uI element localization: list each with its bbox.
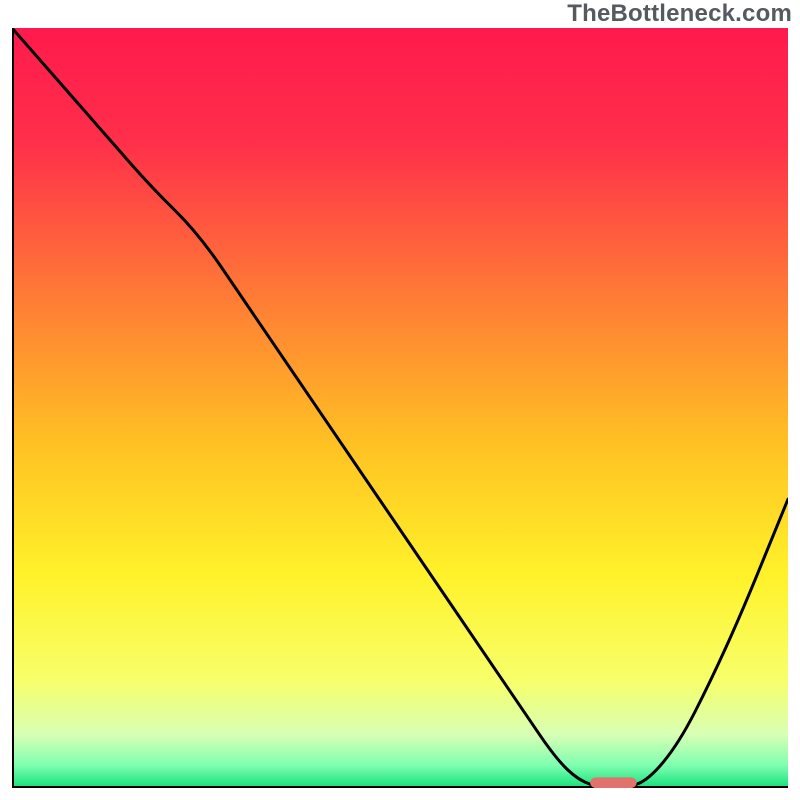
bottleneck-chart <box>12 28 788 788</box>
chart-frame: TheBottleneck.com <box>0 0 800 800</box>
optimal-marker <box>590 777 637 788</box>
gradient-background <box>12 28 788 788</box>
watermark-text: TheBottleneck.com <box>567 0 792 28</box>
plot-area <box>12 28 788 788</box>
